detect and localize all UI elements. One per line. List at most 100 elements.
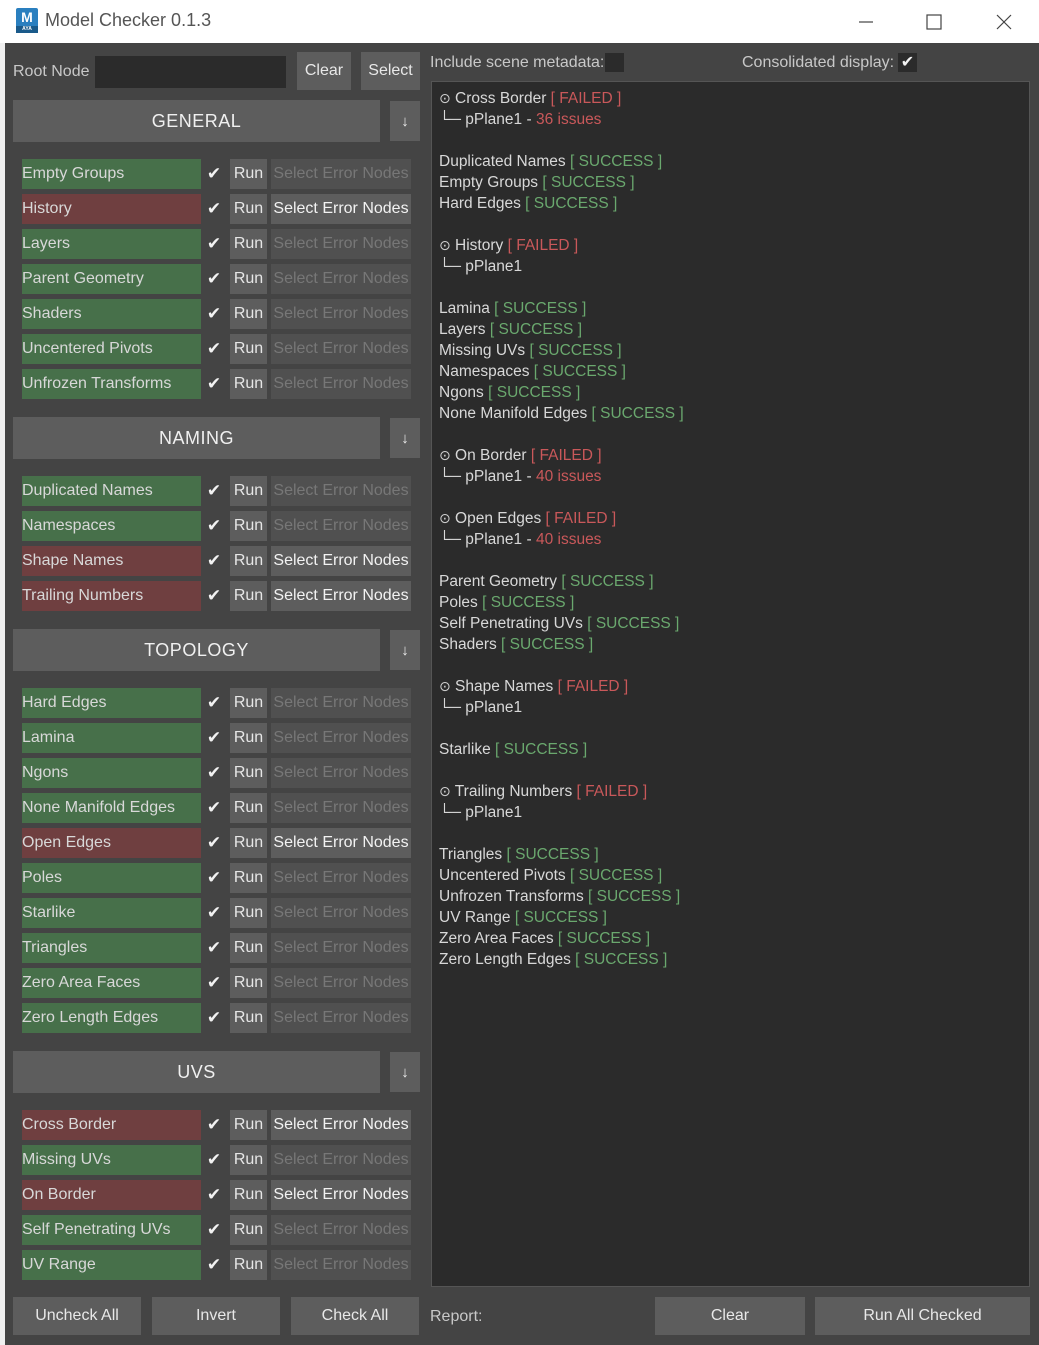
select-error-nodes-button[interactable]: Select Error Nodes	[271, 159, 411, 189]
select-error-nodes-button[interactable]: Select Error Nodes	[271, 758, 411, 788]
run-check-button[interactable]: Run	[230, 581, 267, 611]
select-error-nodes-button[interactable]: Select Error Nodes	[271, 933, 411, 963]
root-clear-button[interactable]: Clear	[297, 52, 351, 90]
select-error-nodes-button[interactable]: Select Error Nodes	[271, 688, 411, 718]
select-error-nodes-button[interactable]: Select Error Nodes	[271, 1180, 411, 1210]
select-error-nodes-button[interactable]: Select Error Nodes	[271, 793, 411, 823]
select-error-nodes-button[interactable]: Select Error Nodes	[271, 264, 411, 294]
check-enabled-checkbox[interactable]: ✔	[205, 799, 223, 817]
check-enabled-checkbox[interactable]: ✔	[205, 1221, 223, 1239]
select-error-nodes-button[interactable]: Select Error Nodes	[271, 194, 411, 224]
check-enabled-checkbox[interactable]: ✔	[205, 834, 223, 852]
section-header-naming[interactable]: NAMING	[13, 417, 380, 459]
select-error-nodes-button[interactable]: Select Error Nodes	[271, 898, 411, 928]
clear-report-button[interactable]: Clear	[655, 1297, 805, 1335]
select-error-nodes-button[interactable]: Select Error Nodes	[271, 828, 411, 858]
run-check-button[interactable]: Run	[230, 1250, 267, 1280]
select-error-nodes-button[interactable]: Select Error Nodes	[271, 581, 411, 611]
section-header-uvs[interactable]: UVS	[13, 1051, 380, 1093]
run-all-checked-button[interactable]: Run All Checked	[815, 1297, 1030, 1335]
run-check-button[interactable]: Run	[230, 793, 267, 823]
select-error-nodes-button[interactable]: Select Error Nodes	[271, 968, 411, 998]
check-enabled-checkbox[interactable]: ✔	[205, 1116, 223, 1134]
run-check-button[interactable]: Run	[230, 546, 267, 576]
uncheck-all-button[interactable]: Uncheck All	[13, 1297, 141, 1335]
root-node-field[interactable]	[95, 56, 286, 88]
collapse-arrow-icon[interactable]: ↓	[390, 1052, 420, 1092]
report-node-name[interactable]: pPlane1	[465, 468, 522, 485]
select-error-nodes-button[interactable]: Select Error Nodes	[271, 229, 411, 259]
minimize-button[interactable]	[832, 0, 900, 43]
select-error-nodes-button[interactable]: Select Error Nodes	[271, 863, 411, 893]
check-enabled-checkbox[interactable]: ✔	[205, 694, 223, 712]
check-enabled-checkbox[interactable]: ✔	[205, 1009, 223, 1027]
select-error-nodes-button[interactable]: Select Error Nodes	[271, 299, 411, 329]
select-error-nodes-button[interactable]: Select Error Nodes	[271, 1250, 411, 1280]
check-enabled-checkbox[interactable]: ✔	[205, 1186, 223, 1204]
check-enabled-checkbox[interactable]: ✔	[205, 517, 223, 535]
check-enabled-checkbox[interactable]: ✔	[205, 587, 223, 605]
select-error-nodes-button[interactable]: Select Error Nodes	[271, 1215, 411, 1245]
consolidated-display-checkbox[interactable]: ✔	[898, 53, 917, 72]
select-error-nodes-button[interactable]: Select Error Nodes	[271, 369, 411, 399]
report-node-name[interactable]: pPlane1	[465, 804, 522, 821]
run-check-button[interactable]: Run	[230, 1003, 267, 1033]
check-enabled-checkbox[interactable]: ✔	[205, 904, 223, 922]
run-check-button[interactable]: Run	[230, 723, 267, 753]
run-check-button[interactable]: Run	[230, 194, 267, 224]
select-error-nodes-button[interactable]: Select Error Nodes	[271, 1110, 411, 1140]
check-all-button[interactable]: Check All	[291, 1297, 419, 1335]
run-check-button[interactable]: Run	[230, 476, 267, 506]
include-metadata-checkbox[interactable]	[605, 53, 624, 72]
select-error-nodes-button[interactable]: Select Error Nodes	[271, 511, 411, 541]
section-header-topology[interactable]: TOPOLOGY	[13, 629, 380, 671]
check-enabled-checkbox[interactable]: ✔	[205, 340, 223, 358]
close-button[interactable]	[970, 0, 1038, 43]
check-enabled-checkbox[interactable]: ✔	[205, 165, 223, 183]
run-check-button[interactable]: Run	[230, 758, 267, 788]
run-check-button[interactable]: Run	[230, 1145, 267, 1175]
run-check-button[interactable]: Run	[230, 863, 267, 893]
run-check-button[interactable]: Run	[230, 334, 267, 364]
select-error-nodes-button[interactable]: Select Error Nodes	[271, 723, 411, 753]
run-check-button[interactable]: Run	[230, 159, 267, 189]
run-check-button[interactable]: Run	[230, 229, 267, 259]
check-enabled-checkbox[interactable]: ✔	[205, 729, 223, 747]
check-enabled-checkbox[interactable]: ✔	[205, 482, 223, 500]
check-enabled-checkbox[interactable]: ✔	[205, 974, 223, 992]
run-check-button[interactable]: Run	[230, 1215, 267, 1245]
run-check-button[interactable]: Run	[230, 968, 267, 998]
select-error-nodes-button[interactable]: Select Error Nodes	[271, 476, 411, 506]
run-check-button[interactable]: Run	[230, 264, 267, 294]
check-enabled-checkbox[interactable]: ✔	[205, 270, 223, 288]
check-enabled-checkbox[interactable]: ✔	[205, 552, 223, 570]
report-node-name[interactable]: pPlane1	[465, 111, 522, 128]
collapse-arrow-icon[interactable]: ↓	[390, 101, 420, 141]
report-output[interactable]: ⊙ Cross Border [ FAILED ] └─ pPlane1 - 36…	[431, 81, 1030, 1287]
report-node-name[interactable]: pPlane1	[465, 699, 522, 716]
run-check-button[interactable]: Run	[230, 688, 267, 718]
check-enabled-checkbox[interactable]: ✔	[205, 1256, 223, 1274]
check-enabled-checkbox[interactable]: ✔	[205, 1151, 223, 1169]
select-error-nodes-button[interactable]: Select Error Nodes	[271, 1003, 411, 1033]
check-enabled-checkbox[interactable]: ✔	[205, 869, 223, 887]
invert-button[interactable]: Invert	[152, 1297, 280, 1335]
select-error-nodes-button[interactable]: Select Error Nodes	[271, 1145, 411, 1175]
run-check-button[interactable]: Run	[230, 898, 267, 928]
select-error-nodes-button[interactable]: Select Error Nodes	[271, 334, 411, 364]
report-node-name[interactable]: pPlane1	[465, 258, 522, 275]
collapse-arrow-icon[interactable]: ↓	[390, 630, 420, 670]
report-node-name[interactable]: pPlane1	[465, 531, 522, 548]
check-enabled-checkbox[interactable]: ✔	[205, 235, 223, 253]
run-check-button[interactable]: Run	[230, 511, 267, 541]
maximize-button[interactable]	[900, 0, 968, 43]
check-enabled-checkbox[interactable]: ✔	[205, 375, 223, 393]
check-enabled-checkbox[interactable]: ✔	[205, 764, 223, 782]
collapse-arrow-icon[interactable]: ↓	[390, 418, 420, 458]
select-error-nodes-button[interactable]: Select Error Nodes	[271, 546, 411, 576]
run-check-button[interactable]: Run	[230, 299, 267, 329]
check-enabled-checkbox[interactable]: ✔	[205, 200, 223, 218]
run-check-button[interactable]: Run	[230, 1110, 267, 1140]
root-select-button[interactable]: Select	[361, 52, 420, 90]
check-enabled-checkbox[interactable]: ✔	[205, 305, 223, 323]
